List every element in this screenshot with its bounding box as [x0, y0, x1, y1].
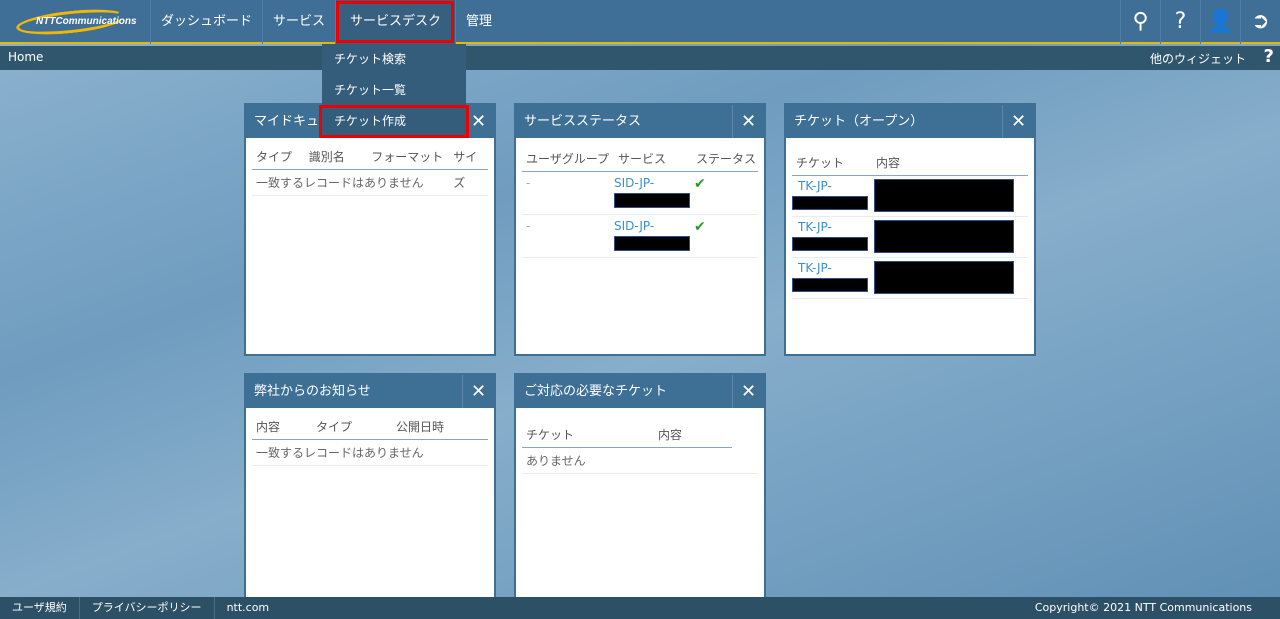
col-header[interactable]: 識別名: [305, 144, 368, 169]
col-header[interactable]: フォーマット: [367, 144, 449, 169]
redacted: [614, 236, 690, 251]
close-icon[interactable]: ✕: [1002, 105, 1034, 138]
nav-dashboard[interactable]: ダッシュボード: [150, 0, 262, 44]
table-row: - SID-JP- ✔: [522, 215, 758, 258]
widget-open-tickets: チケット（オープン） ✕ チケット 内容 TK-JP- TK-JP- TK-JP-: [784, 103, 1036, 356]
ntt-logo[interactable]: NTTCommunications: [14, 5, 139, 39]
logout-icon[interactable]: ➲: [1240, 0, 1280, 44]
col-header[interactable]: サービス: [614, 146, 692, 171]
check-icon: ✔: [694, 176, 706, 192]
footer: ユーザ規約 プライバシーポリシー ntt.com Copyright© 2021…: [0, 597, 1280, 619]
top-bar: NTTCommunications ダッシュボード サービス サービスデスク 管…: [0, 0, 1280, 44]
col-header[interactable]: 内容: [252, 414, 312, 439]
widget-title: サービスステータス: [524, 114, 642, 129]
copyright: Copyright© 2021 NTT Communications: [1034, 601, 1252, 614]
widget-title: ご対応の必要なチケット: [524, 384, 668, 399]
widget-service-status: サービスステータス ✕ ユーザグループ サービス ステータス - SID-JP- ✔ -S…: [514, 103, 766, 356]
service-link[interactable]: SID-JP-: [614, 176, 654, 190]
col-header[interactable]: 内容: [654, 422, 682, 447]
redacted: [614, 193, 690, 208]
empty-message: 一致するレコードはありません: [252, 440, 488, 466]
table-row: - SID-JP- ✔: [522, 172, 758, 215]
menu-ticket-create[interactable]: チケット作成: [319, 105, 469, 138]
col-header[interactable]: ステータス: [692, 146, 756, 171]
widget-action-required: ご対応の必要なチケット ✕ チケット 内容 ありません: [514, 373, 766, 599]
close-icon[interactable]: ✕: [462, 375, 494, 408]
widget-title: チケット（オープン）: [794, 114, 924, 129]
nav-service[interactable]: サービス: [262, 0, 335, 44]
widget-announcements: 弊社からのお知らせ ✕ 内容 タイプ 公開日時 一致するレコードはありません: [244, 373, 496, 599]
main-nav: ダッシュボード サービス サービスデスク 管理: [150, 0, 502, 44]
col-header[interactable]: 内容: [872, 150, 900, 175]
redacted: [874, 179, 1014, 212]
table-row: TK-JP-: [792, 258, 1028, 299]
redacted: [874, 261, 1014, 294]
col-header[interactable]: 公開日時: [392, 414, 444, 439]
empty-message: ありません: [522, 448, 758, 474]
menu-ticket-list[interactable]: チケット一覧: [322, 75, 466, 106]
widget-title: 弊社からのお知らせ: [254, 384, 371, 399]
service-desk-dropdown: チケット検索 チケット一覧 チケット作成: [319, 44, 469, 138]
close-icon[interactable]: ✕: [732, 375, 764, 408]
col-header[interactable]: チケット: [792, 150, 872, 175]
help-icon[interactable]: ?: [1160, 0, 1200, 44]
help-icon[interactable]: ?: [1264, 46, 1274, 67]
close-icon[interactable]: ✕: [732, 105, 764, 138]
menu-ticket-search[interactable]: チケット検索: [322, 44, 466, 75]
redacted: [874, 220, 1014, 253]
ticket-link[interactable]: TK-JP-: [792, 179, 832, 193]
breadcrumb-home[interactable]: Home: [8, 50, 43, 64]
col-header[interactable]: タイプ: [312, 414, 392, 439]
nav-admin[interactable]: 管理: [455, 0, 502, 44]
table-row: TK-JP-: [792, 217, 1028, 258]
col-header[interactable]: サイズ: [449, 144, 488, 190]
footer-terms-link[interactable]: ユーザ規約: [0, 597, 80, 619]
search-icon[interactable]: ⚲: [1120, 0, 1160, 44]
sub-bar: Home 他のウィジェット ?: [0, 46, 1280, 70]
nav-service-desk[interactable]: サービスデスク: [335, 0, 456, 44]
check-icon: ✔: [694, 219, 706, 235]
col-header[interactable]: ユーザグループ: [522, 146, 614, 171]
footer-privacy-link[interactable]: プライバシーポリシー: [80, 597, 215, 619]
footer-nttcom-link[interactable]: ntt.com: [215, 597, 282, 619]
service-link[interactable]: SID-JP-: [614, 219, 654, 233]
user-icon[interactable]: 👤: [1200, 0, 1240, 44]
table-row: TK-JP-: [792, 176, 1028, 217]
other-widgets-link[interactable]: 他のウィジェット: [1150, 50, 1246, 67]
col-header[interactable]: チケット: [522, 422, 654, 447]
ticket-link[interactable]: TK-JP-: [792, 261, 832, 275]
widget-my-documents: マイドキュメント ✕ タイプ 識別名 フォーマット サイズ 一致するレコードはありません: [244, 103, 496, 356]
ticket-link[interactable]: TK-JP-: [792, 220, 832, 234]
col-header[interactable]: タイプ: [252, 144, 305, 169]
